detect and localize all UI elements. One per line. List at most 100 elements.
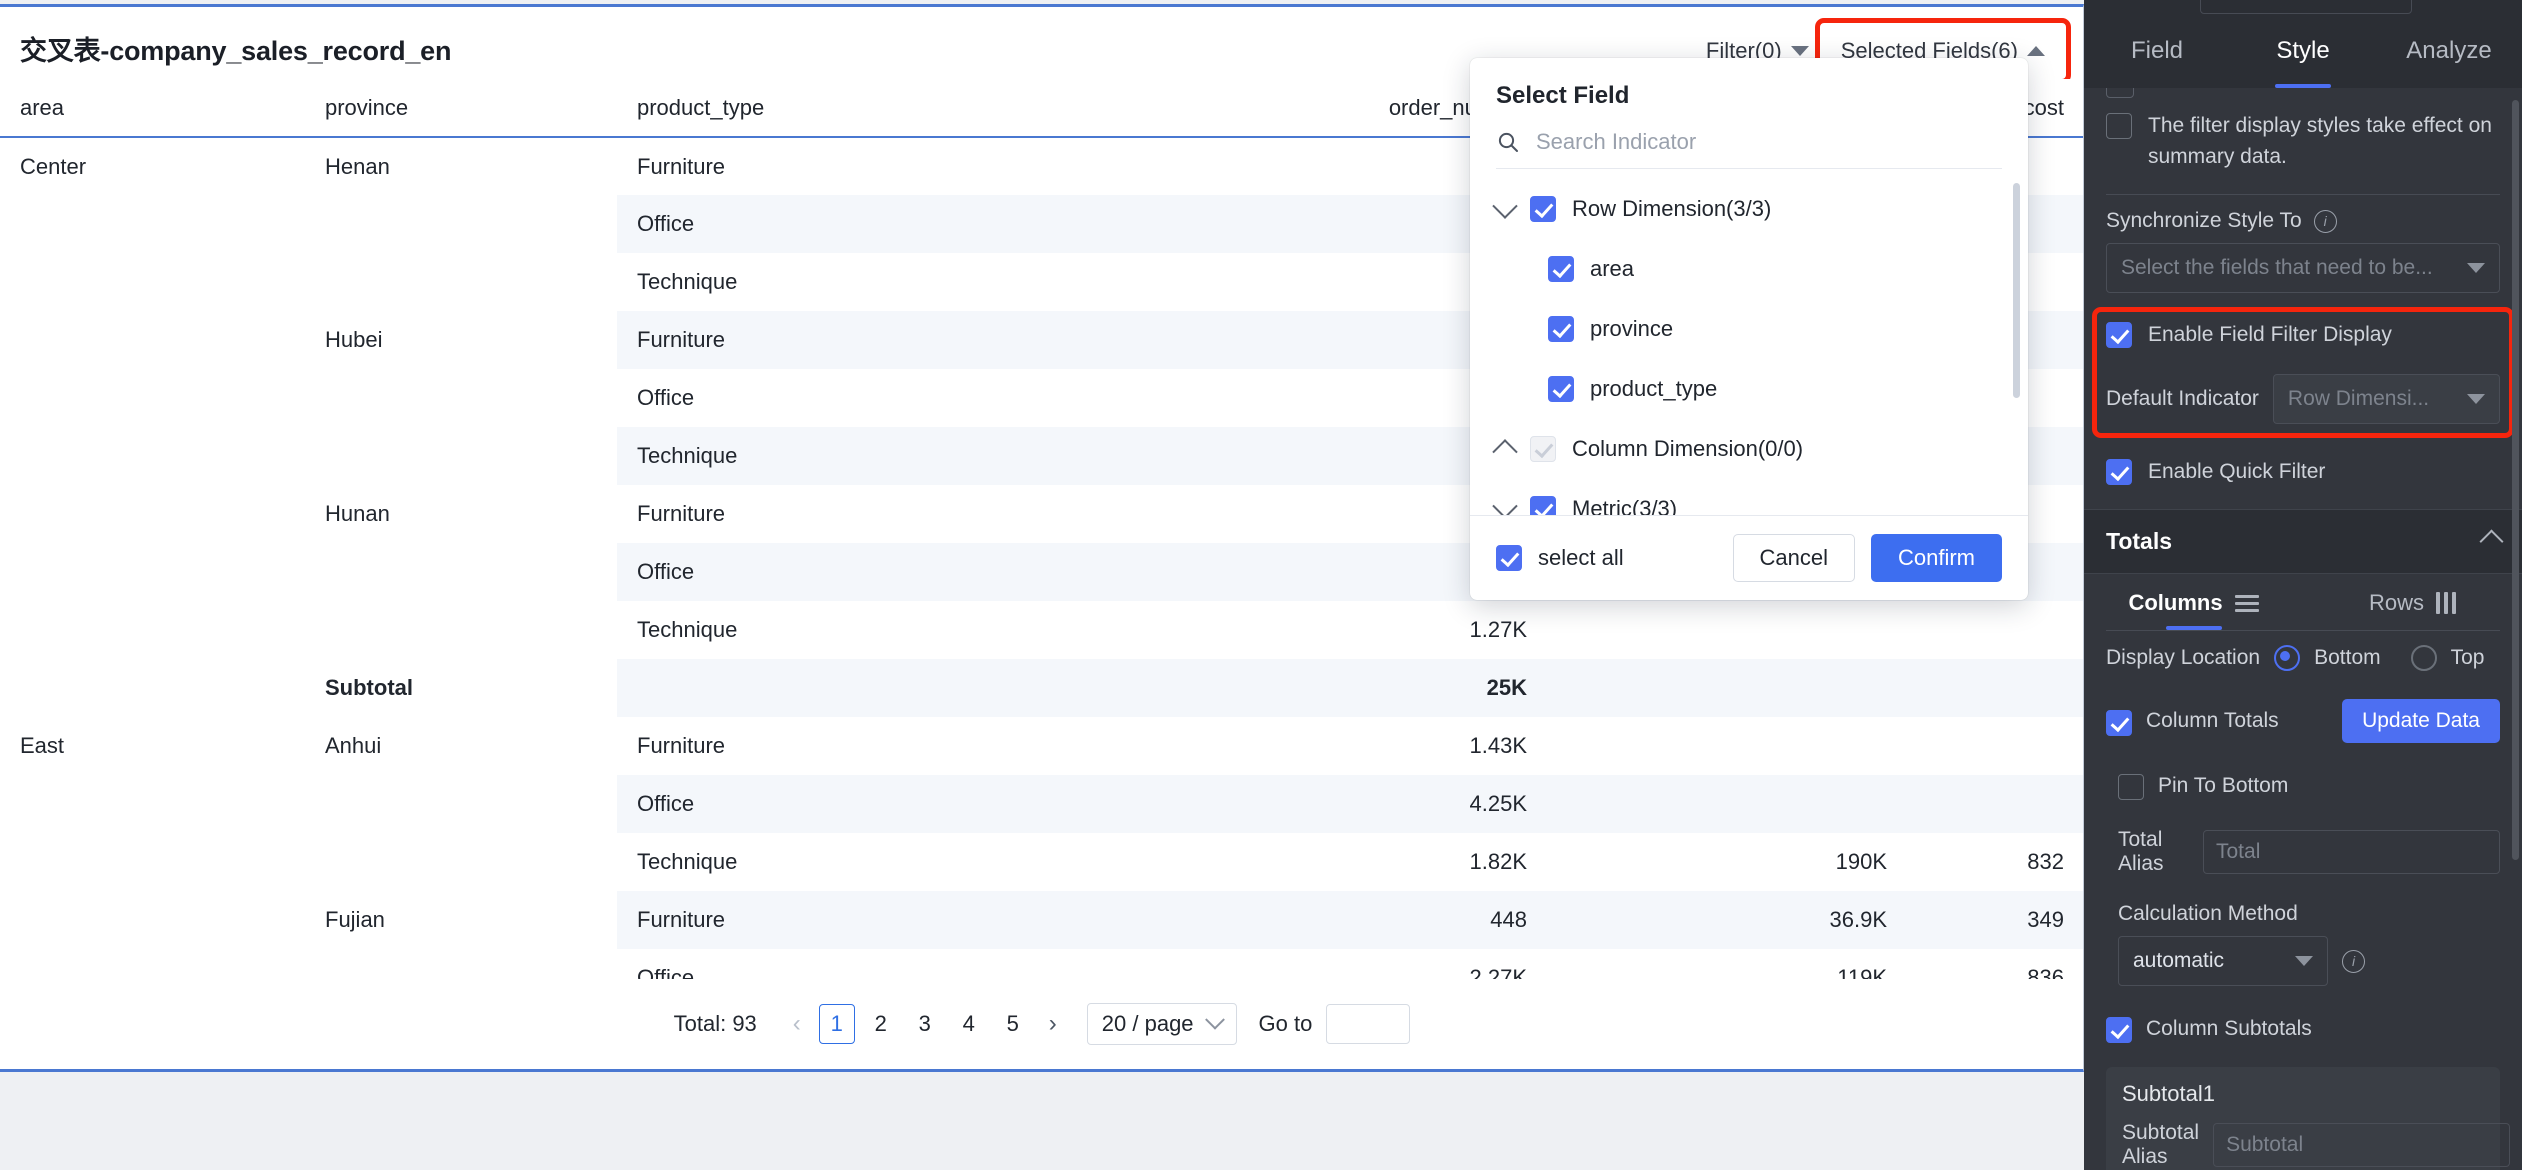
checkbox-filter-display-styles[interactable] bbox=[2106, 113, 2132, 139]
tab-columns[interactable]: Columns bbox=[2084, 590, 2303, 630]
chevron-down-icon bbox=[2295, 956, 2313, 966]
tab-rows[interactable]: Rows bbox=[2303, 590, 2522, 630]
totals-section-header[interactable]: Totals bbox=[2084, 509, 2522, 574]
popup-footer: select all Cancel Confirm bbox=[1470, 515, 2028, 600]
pagination-prev-button[interactable]: ‹ bbox=[779, 1010, 815, 1038]
field-group-row-dimension[interactable]: Row Dimension(3/3) bbox=[1470, 179, 2028, 239]
pagination-page-1[interactable]: 1 bbox=[818, 1004, 855, 1044]
page-size-select[interactable]: 20 / page bbox=[1086, 1003, 1237, 1045]
totals-scope-tabs: Columns Rows bbox=[2084, 574, 2522, 630]
pagination: Total: 93 ‹ 1 2 3 4 5 › 20 / page Go to bbox=[0, 979, 2083, 1069]
select-all-toggle[interactable]: select all bbox=[1496, 545, 1624, 571]
cell-order-number: 4.25K bbox=[1167, 775, 1547, 833]
default-indicator-select[interactable]: Row Dimensi... bbox=[2272, 374, 2500, 424]
checkbox-column-totals[interactable] bbox=[2106, 709, 2132, 736]
cell-area bbox=[0, 601, 305, 659]
default-indicator-label: Default Indicator bbox=[2106, 387, 2259, 410]
total-alias-label: Total Alias bbox=[2118, 828, 2164, 875]
field-group-column-dimension[interactable]: Column Dimension(0/0) bbox=[1470, 419, 2028, 479]
filter-display-styles-row[interactable]: The filter display styles take effect on… bbox=[2084, 100, 2522, 182]
pagination-page-4[interactable]: 4 bbox=[951, 1004, 987, 1044]
cell-product-type: Furniture bbox=[617, 891, 1167, 949]
radio-bottom[interactable] bbox=[2274, 645, 2301, 671]
tab-analyze[interactable]: Analyze bbox=[2376, 14, 2522, 88]
cell-province bbox=[305, 427, 617, 485]
table-row: East Anhui Furniture 1.43K bbox=[0, 717, 2083, 775]
column-totals-row: Column Totals Update Data bbox=[2084, 685, 2522, 757]
cell-product-type: Technique bbox=[617, 253, 1167, 311]
enable-quick-filter-row[interactable]: Enable Quick Filter bbox=[2084, 442, 2522, 509]
chevron-down-icon[interactable] bbox=[1492, 193, 1518, 219]
checkbox-pin-to-bottom[interactable] bbox=[2118, 774, 2144, 800]
column-subtotals-row[interactable]: Column Subtotals bbox=[2084, 1000, 2522, 1057]
col-header-province[interactable]: province bbox=[305, 79, 617, 138]
sidebar-scrollbar[interactable] bbox=[2512, 100, 2519, 860]
display-location-option-top[interactable]: Top bbox=[2451, 646, 2485, 670]
tab-style[interactable]: Style bbox=[2230, 14, 2376, 88]
horizontal-lines-icon bbox=[2234, 594, 2259, 612]
field-item-product-type-label: product_type bbox=[1590, 376, 1718, 401]
goto-input[interactable] bbox=[1326, 1004, 1411, 1044]
field-item-area[interactable]: area bbox=[1470, 239, 2028, 299]
pin-to-bottom-label: Pin To Bottom bbox=[2158, 773, 2289, 797]
cell-province bbox=[305, 369, 617, 427]
cell-product-type bbox=[617, 659, 1167, 717]
checkbox-metric[interactable] bbox=[1530, 496, 1556, 515]
field-item-area-label: area bbox=[1590, 256, 1635, 281]
checkbox-area[interactable] bbox=[1548, 256, 1574, 282]
field-group-metric[interactable]: Metric(3/3) bbox=[1470, 479, 2028, 515]
pagination-page-3[interactable]: 3 bbox=[907, 1004, 943, 1044]
cell-product-type: Furniture bbox=[617, 717, 1167, 775]
cell-order-number: 2.27K bbox=[1167, 949, 1547, 979]
subtotal-alias-input[interactable] bbox=[2213, 1123, 2511, 1167]
checkbox-enable-field-filter-display[interactable] bbox=[2106, 322, 2132, 348]
checkbox-column-dimension[interactable] bbox=[1530, 436, 1556, 462]
display-location-option-bottom[interactable]: Bottom bbox=[2314, 646, 2381, 670]
cell-order-number: 25K bbox=[1167, 659, 1547, 717]
chevron-up-icon[interactable] bbox=[1492, 439, 1518, 465]
pagination-next-button[interactable]: › bbox=[1035, 1010, 1071, 1038]
field-item-province[interactable]: province bbox=[1470, 299, 2028, 359]
col-header-area[interactable]: area bbox=[0, 79, 305, 138]
calculation-method-select[interactable]: automatic bbox=[2118, 936, 2328, 986]
cell-order-amt: 190K bbox=[1547, 833, 1907, 891]
radio-top[interactable] bbox=[2410, 645, 2437, 671]
synchronize-style-select[interactable]: Select the fields that need to be... bbox=[2106, 243, 2500, 293]
total-alias-input[interactable] bbox=[2203, 830, 2500, 874]
calculation-method-label: Calculation Method bbox=[2118, 902, 2298, 925]
cell-shipping-cost bbox=[1907, 659, 2083, 717]
cell-province bbox=[305, 775, 617, 833]
col-header-product-type[interactable]: product_type bbox=[617, 79, 1167, 138]
checkbox-select-all[interactable] bbox=[1496, 545, 1522, 571]
cell-province: Fujian bbox=[305, 891, 617, 949]
enable-quick-filter-label: Enable Quick Filter bbox=[2148, 460, 2326, 483]
cell-area bbox=[0, 949, 305, 979]
enable-field-filter-display-row[interactable]: Enable Field Filter Display bbox=[2084, 303, 2522, 360]
search-indicator-input[interactable] bbox=[1534, 128, 2002, 156]
checkbox-product-type[interactable] bbox=[1548, 376, 1574, 402]
popup-scrollbar-thumb[interactable] bbox=[2013, 183, 2020, 398]
update-data-button[interactable]: Update Data bbox=[2342, 699, 2500, 743]
column-subtotals-label: Column Subtotals bbox=[2146, 1016, 2312, 1040]
checkbox-province[interactable] bbox=[1548, 316, 1574, 342]
checkbox-column-subtotals[interactable] bbox=[2106, 1017, 2132, 1043]
chevron-down-icon[interactable] bbox=[1492, 493, 1518, 515]
confirm-button[interactable]: Confirm bbox=[1870, 534, 2002, 582]
table-row: Technique 1.82K 190K 832 bbox=[0, 833, 2083, 891]
cell-area bbox=[0, 369, 305, 427]
pagination-page-5[interactable]: 5 bbox=[995, 1004, 1031, 1044]
checkbox-enable-quick-filter[interactable] bbox=[2106, 459, 2132, 485]
info-icon[interactable]: i bbox=[2342, 949, 2365, 973]
cell-order-amt: 36.9K bbox=[1547, 891, 1907, 949]
cell-province: Hunan bbox=[305, 485, 617, 543]
pagination-page-2[interactable]: 2 bbox=[863, 1004, 899, 1044]
field-item-product-type[interactable]: product_type bbox=[1470, 359, 2028, 419]
tab-field[interactable]: Field bbox=[2084, 14, 2230, 88]
table-row: Fujian Furniture 448 36.9K 349 bbox=[0, 891, 2083, 949]
checkbox-row-dimension[interactable] bbox=[1530, 196, 1556, 222]
cell-product-type: Office bbox=[617, 949, 1167, 979]
cancel-button[interactable]: Cancel bbox=[1732, 534, 1855, 582]
calculation-method-row: automatic i bbox=[2084, 936, 2522, 1000]
info-icon[interactable]: i bbox=[2313, 209, 2337, 233]
pin-to-bottom-row[interactable]: Pin To Bottom bbox=[2084, 757, 2522, 814]
